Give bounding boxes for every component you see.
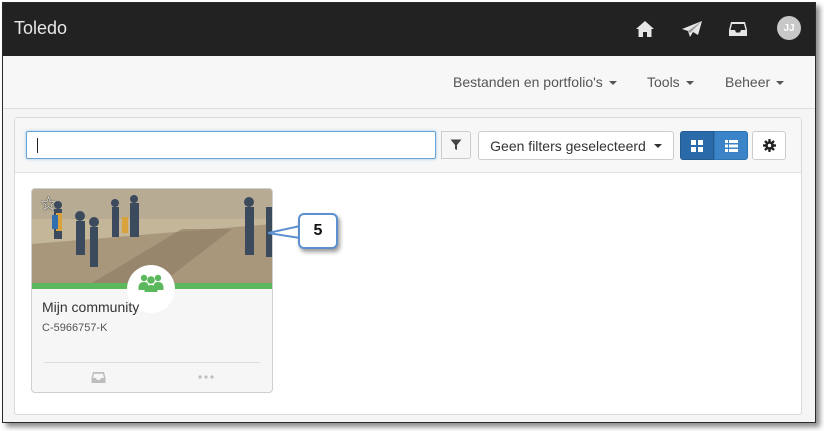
paper-plane-icon[interactable] xyxy=(679,16,705,42)
card-divider xyxy=(44,362,260,363)
user-avatar[interactable]: JJ xyxy=(777,16,801,40)
home-icon[interactable] xyxy=(632,16,658,42)
gear-icon xyxy=(762,139,776,152)
top-navbar: Toledo JJ xyxy=(3,3,815,56)
inbox-icon[interactable] xyxy=(88,369,108,385)
menu-files-portfolios[interactable]: Bestanden en portfolio's xyxy=(453,74,617,90)
menu-admin[interactable]: Beheer xyxy=(725,74,785,90)
more-options-icon[interactable] xyxy=(196,369,216,385)
favorite-star-icon[interactable]: ☆ xyxy=(40,195,57,214)
grid-icon xyxy=(691,139,703,152)
grid-view-button[interactable] xyxy=(680,131,714,160)
menu-admin-label: Beheer xyxy=(725,74,771,90)
menu-files-label: Bestanden en portfolio's xyxy=(453,74,603,90)
text-cursor xyxy=(37,138,38,153)
group-icon xyxy=(138,274,164,292)
settings-button[interactable] xyxy=(752,131,786,160)
list-icon xyxy=(724,139,738,152)
content-panel: Geen filters geselecteerd ☆ Mijn communi… xyxy=(14,117,802,415)
caret-down-icon xyxy=(608,81,617,86)
caret-down-icon xyxy=(685,81,694,86)
annotation-callout: 5 xyxy=(298,213,338,249)
community-card[interactable]: ☆ Mijn community C-5966757-K xyxy=(31,188,273,393)
menu-tools[interactable]: Tools xyxy=(647,74,694,90)
menu-tools-label: Tools xyxy=(647,74,680,90)
inbox-icon[interactable] xyxy=(725,16,751,42)
app-window: Toledo JJ Bestanden en portfolio's Tools xyxy=(2,2,816,423)
caret-down-icon xyxy=(776,81,785,86)
funnel-icon xyxy=(450,139,462,150)
search-toolbar: Geen filters geselecteerd xyxy=(15,118,801,173)
callout-pointer xyxy=(268,225,300,239)
filters-dropdown[interactable]: Geen filters geselecteerd xyxy=(478,131,674,160)
caret-down-icon xyxy=(653,143,662,148)
list-view-button[interactable] xyxy=(714,131,748,160)
card-title[interactable]: Mijn community xyxy=(42,299,139,315)
filter-button[interactable] xyxy=(441,131,471,159)
app-title[interactable]: Toledo xyxy=(14,18,67,39)
search-input[interactable] xyxy=(26,131,436,159)
secondary-navbar: Bestanden en portfolio's Tools Beheer xyxy=(3,56,815,109)
card-code: C-5966757-K xyxy=(42,322,108,334)
filters-dropdown-label: Geen filters geselecteerd xyxy=(490,137,646,154)
